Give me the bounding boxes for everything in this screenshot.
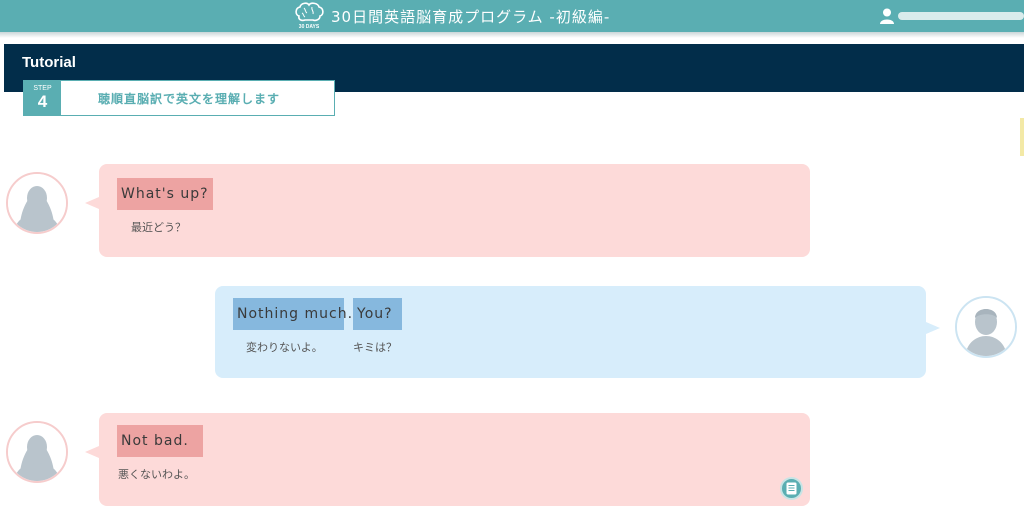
chunk-group: What's up? 最近どう？ [117, 178, 213, 235]
step-number: 4 [37, 92, 48, 111]
step-word: STEP [33, 85, 52, 92]
message-bubble-1: What's up? 最近どう？ [85, 164, 810, 257]
message-bubble-2: Nothing much. 変わりないよ。 You? キミは？ [215, 286, 940, 378]
japanese-translation: キミは？ [353, 341, 397, 354]
user-name[interactable] [898, 12, 1024, 20]
user-icon[interactable] [880, 8, 894, 24]
memo-icon [786, 482, 797, 495]
chunk-group: Not bad. 悪くないわよ。 [117, 425, 203, 482]
female-avatar-icon [6, 421, 68, 483]
top-bar-shadow [0, 32, 1024, 38]
chunk-group: Nothing much. 変わりないよ。 [233, 298, 352, 355]
step-label: 聴順直脳訳で英文を理解します [98, 92, 281, 106]
memo-button[interactable] [780, 477, 803, 500]
bubble-tail [926, 322, 940, 334]
english-chunk[interactable]: Nothing much. [233, 298, 352, 330]
logo-text: 30 DAYS [299, 24, 320, 30]
step-badge: STEP 4 [24, 81, 61, 115]
bubble-tail [85, 197, 99, 209]
english-chunk[interactable]: You? [353, 298, 402, 330]
chunk-group: You? キミは？ [353, 298, 402, 355]
japanese-translation: 最近どう？ [131, 221, 186, 234]
app-title: 30日間英語脳育成プログラム -初級編- [331, 8, 611, 26]
top-bar: 30 DAYS 30日間英語脳育成プログラム -初級編- [0, 0, 1024, 32]
step-indicator: STEP 4 聴順直脳訳で英文を理解します [23, 80, 335, 116]
japanese-translation: 悪くないわよ。 [118, 468, 195, 481]
message-bubble-3: Not bad. 悪くないわよ。 [85, 413, 810, 506]
side-tab[interactable] [1020, 118, 1024, 156]
bubble-tail [85, 446, 99, 458]
tutorial-title: Tutorial [22, 54, 76, 71]
male-avatar-icon [955, 296, 1017, 358]
japanese-translation: 変わりないよ。 [246, 341, 323, 354]
english-chunk[interactable]: Not bad. [117, 425, 203, 457]
english-chunk[interactable]: What's up? [117, 178, 213, 210]
brain-logo-icon[interactable]: 30 DAYS [293, 2, 325, 30]
female-avatar-icon [6, 172, 68, 234]
